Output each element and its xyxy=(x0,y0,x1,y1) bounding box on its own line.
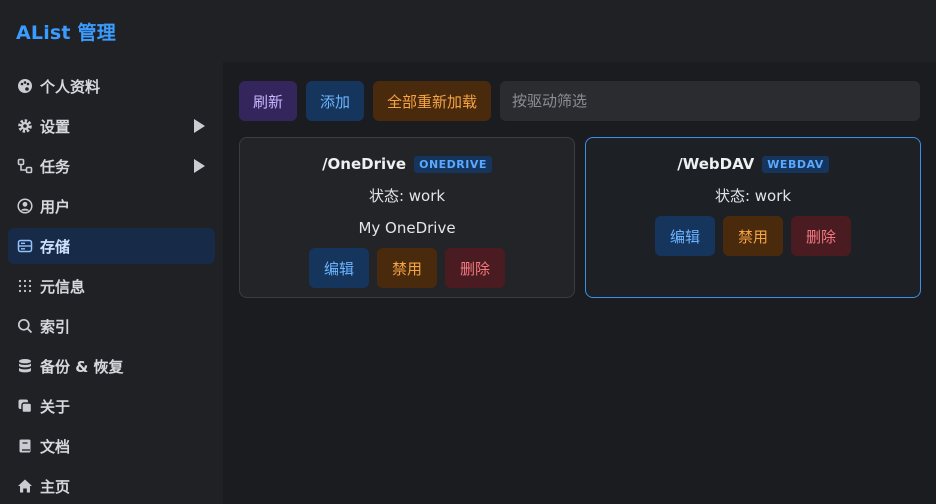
sidebar-item-label: 备份 & 恢复 xyxy=(40,357,124,376)
sidebar-item-storage[interactable]: 存储 xyxy=(8,228,215,264)
sidebar-item-home[interactable]: 主页 xyxy=(8,468,215,504)
sidebar-item-users[interactable]: 用户 xyxy=(8,188,215,224)
database-icon xyxy=(16,357,34,375)
delete-button[interactable]: 删除 xyxy=(791,216,852,256)
main-content: 刷新 添加 全部重新加载 /OneDrive ONEDRIVE 状态: work… xyxy=(223,62,936,504)
sidebar-item-backup[interactable]: 备份 & 恢复 xyxy=(8,348,215,384)
copy-icon xyxy=(16,397,34,415)
sidebar-item-docs[interactable]: 文档 xyxy=(8,428,215,464)
add-button[interactable]: 添加 xyxy=(306,81,365,121)
card-title: /WebDAV WEBDAV xyxy=(677,152,829,176)
mount-path: /OneDrive xyxy=(322,155,407,173)
home-icon xyxy=(16,477,34,495)
sidebar-item-profile[interactable]: 个人资料 xyxy=(8,68,215,104)
sidebar-item-settings[interactable]: 设置 xyxy=(8,108,215,144)
driver-badge: ONEDRIVE xyxy=(414,155,492,173)
sidebar-item-index[interactable]: 索引 xyxy=(8,308,215,344)
sidebar-item-label: 用户 xyxy=(40,197,71,216)
dots-grid-icon xyxy=(16,277,34,295)
app-title[interactable]: AList 管理 xyxy=(16,18,116,45)
user-circle-icon xyxy=(16,197,34,215)
sidebar-item-label: 索引 xyxy=(40,317,71,336)
edit-button[interactable]: 编辑 xyxy=(308,248,369,288)
disable-button[interactable]: 禁用 xyxy=(722,216,783,256)
card-actions: 编辑 禁用 删除 xyxy=(305,248,509,288)
reload-all-button[interactable]: 全部重新加载 xyxy=(373,81,492,121)
sidebar-item-tasks[interactable]: 任务 xyxy=(8,148,215,184)
book-icon xyxy=(16,437,34,455)
sidebar-item-label: 个人资料 xyxy=(40,77,101,96)
sidebar-item-label: 任务 xyxy=(40,157,71,176)
sidebar-item-label: 主页 xyxy=(40,477,71,496)
driver-badge: WEBDAV xyxy=(762,155,829,173)
sidebar-item-about[interactable]: 关于 xyxy=(8,388,215,424)
expand-arrow-icon[interactable] xyxy=(194,119,205,133)
card-actions: 编辑 禁用 删除 xyxy=(651,216,855,256)
sidebar-item-label: 元信息 xyxy=(40,277,86,296)
gear-icon xyxy=(16,117,34,135)
delete-button[interactable]: 删除 xyxy=(445,248,506,288)
disable-button[interactable]: 禁用 xyxy=(376,248,437,288)
storage-card-webdav: /WebDAV WEBDAV 状态: work 编辑 禁用 删除 xyxy=(585,137,921,298)
sidebar: 个人资料 设置 任务 用户 存储 元信息 索引 备份 & 恢复 关于 文档 主页 xyxy=(0,62,223,504)
palette-icon xyxy=(16,77,34,95)
toolbar: 刷新 添加 全部重新加载 xyxy=(239,81,921,121)
status-text: 状态: work xyxy=(714,187,792,205)
card-title: /OneDrive ONEDRIVE xyxy=(322,152,492,176)
driver-filter-input[interactable] xyxy=(500,81,921,121)
storage-icon xyxy=(16,237,34,255)
expand-arrow-icon[interactable] xyxy=(194,159,205,173)
edit-button[interactable]: 编辑 xyxy=(654,216,715,256)
sidebar-item-label: 文档 xyxy=(40,437,71,456)
search-icon xyxy=(16,317,34,335)
sidebar-item-label: 设置 xyxy=(40,117,71,136)
refresh-button[interactable]: 刷新 xyxy=(239,81,298,121)
sidebar-item-label: 存储 xyxy=(40,237,71,256)
sidebar-item-meta[interactable]: 元信息 xyxy=(8,268,215,304)
remark-text: My OneDrive xyxy=(358,219,456,237)
top-header: AList 管理 xyxy=(0,0,936,62)
sidebar-item-label: 关于 xyxy=(40,397,71,416)
flow-icon xyxy=(16,157,34,175)
status-text: 状态: work xyxy=(368,187,446,205)
mount-path: /WebDAV xyxy=(677,155,755,173)
storage-card-onedrive: /OneDrive ONEDRIVE 状态: work My OneDrive … xyxy=(239,137,575,298)
